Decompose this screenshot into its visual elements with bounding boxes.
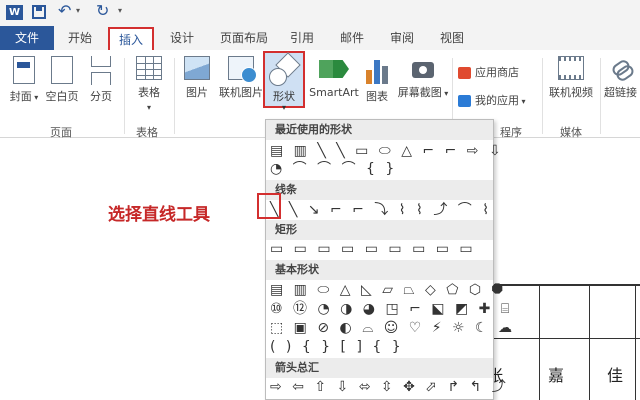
chart-icon xyxy=(364,56,390,84)
hyperlink-icon xyxy=(608,56,634,80)
ribbon-tabs: 文件 开始 插入 设计 页面布局 引用 邮件 审阅 视图 xyxy=(0,26,640,50)
arrows-row[interactable]: ⇨ ⇦ ⇧ ⇩ ⬄ ⇳ ✥ ⬀ ↱ ↰ ⤴ xyxy=(270,378,509,396)
table-label: 表格 xyxy=(138,86,160,99)
app-store-label: 应用商店 xyxy=(475,66,519,79)
recent-shapes-row[interactable]: ◔ ⌒ ⌒ ⌒ { } xyxy=(270,160,397,178)
tab-review[interactable]: 审阅 xyxy=(384,27,420,50)
undo-icon[interactable]: ↶ xyxy=(58,1,71,20)
chevron-down-icon: ▾ xyxy=(281,103,286,112)
app-store-button[interactable]: 应用商店 xyxy=(458,64,519,80)
table-rule xyxy=(479,338,640,339)
table-rule xyxy=(635,286,636,400)
store-icon xyxy=(458,67,471,79)
chart-label: 图表 xyxy=(366,90,388,103)
my-apps-button[interactable]: 我的应用 ▾ xyxy=(458,92,526,108)
shapes-gallery-dropdown: 最近使用的形状 ▤ ▥ ╲ ╲ ▭ ⬭ △ ⌐ ⌐ ⇨ ⇩ ◔ ⌒ ⌒ ⌒ { … xyxy=(265,119,512,400)
hyperlink-label: 超链接 xyxy=(604,86,637,99)
basic-shapes-row[interactable]: ( ) { } [ ] { } xyxy=(270,338,404,356)
shapes-label: 形状 xyxy=(273,90,295,103)
table-button[interactable]: 表格 ▾ xyxy=(130,56,168,113)
picture-icon xyxy=(184,56,210,80)
basic-shapes-row[interactable]: ⬚ ▣ ⊘ ◐ ⌓ ☺ ♡ ⚡ ☼ ☾ ☁ xyxy=(270,319,515,337)
lines-header: 线条 xyxy=(266,180,493,200)
blank-page-icon xyxy=(51,56,73,84)
online-video-label: 联机视频 xyxy=(549,86,593,99)
table-cell-text: 嘉 xyxy=(548,366,565,385)
tab-home[interactable]: 开始 xyxy=(62,27,98,50)
smartart-button[interactable]: SmartArt xyxy=(305,56,363,99)
group-separator xyxy=(542,58,543,134)
table-cell-text: 佳 xyxy=(607,366,624,385)
picture-button[interactable]: 图片 xyxy=(180,56,214,100)
my-apps-icon xyxy=(458,95,471,107)
annotation-text: 选择直线工具 xyxy=(108,205,210,225)
group-separator xyxy=(174,58,175,134)
table-rule xyxy=(589,286,590,400)
cover-button[interactable]: 封面 ▾ xyxy=(6,56,42,104)
online-picture-icon xyxy=(228,56,257,83)
camera-icon xyxy=(410,56,436,80)
basic-shapes-row[interactable]: ▤ ▥ ⬭ △ ◺ ▱ ⏢ ◇ ⬠ ⬡ ⯃ xyxy=(270,281,506,299)
group-separator xyxy=(600,58,601,134)
arrows-header: 箭头总汇 xyxy=(266,358,493,378)
lines-row[interactable]: ╲ ╲ ↘ ⌐ ⌐ ⤵ ⌇ ⌇ ⤴ ⌒ ⌇ xyxy=(270,201,492,219)
quick-access-toolbar: W ↶ ▾ ↻ ▾ xyxy=(0,0,640,26)
tab-design[interactable]: 设计 xyxy=(164,27,200,50)
hyperlink-button[interactable]: 超链接 xyxy=(604,56,640,100)
tab-file[interactable]: 文件 xyxy=(0,26,54,50)
page-break-label: 分页 xyxy=(90,90,112,103)
tab-view[interactable]: 视图 xyxy=(434,27,470,50)
blank-page-button[interactable]: 空白页 xyxy=(42,56,82,104)
cover-label: 封面 xyxy=(9,90,32,103)
redo-icon[interactable]: ↻ xyxy=(96,1,109,20)
online-video-button[interactable]: 联机视频 xyxy=(546,56,596,100)
screenshot-button[interactable]: 屏幕截图 ▾ xyxy=(396,56,450,100)
picture-label: 图片 xyxy=(186,86,208,99)
undo-dropdown-icon[interactable]: ▾ xyxy=(76,6,80,15)
blank-page-label: 空白页 xyxy=(45,90,79,103)
cover-page-icon xyxy=(13,56,35,84)
customize-qat-icon[interactable]: ▾ xyxy=(118,6,122,15)
rectangles-header: 矩形 xyxy=(266,220,493,240)
shapes-button[interactable]: 形状 ▾ xyxy=(263,51,305,112)
basic-shapes-row[interactable]: ⑩ ⑫ ◔ ◑ ◕ ◳ ⌐ ⬕ ◩ ✚ ⌸ xyxy=(270,300,512,318)
chart-button[interactable]: 图表 xyxy=(362,56,392,104)
tab-references[interactable]: 引用 xyxy=(284,27,320,50)
word-app-icon: W xyxy=(6,5,23,20)
smartart-label: SmartArt xyxy=(309,86,359,99)
recent-shapes-header: 最近使用的形状 xyxy=(266,120,493,140)
smartart-icon xyxy=(317,56,351,82)
page-break-button[interactable]: 分页 xyxy=(84,56,118,104)
my-apps-label: 我的应用 xyxy=(475,94,519,107)
table-icon xyxy=(136,56,162,80)
online-picture-label: 联机图片 xyxy=(219,86,263,99)
tab-layout[interactable]: 页面布局 xyxy=(212,27,276,50)
basic-shapes-header: 基本形状 xyxy=(266,260,493,280)
rectangles-row[interactable]: ▭ ▭ ▭ ▭ ▭ ▭ ▭ ▭ ▭ xyxy=(270,240,476,258)
online-picture-button[interactable]: 联机图片 xyxy=(216,56,266,100)
save-icon[interactable] xyxy=(32,5,46,19)
table-rule xyxy=(539,286,540,400)
tab-insert[interactable]: 插入 xyxy=(108,27,154,50)
tab-mailings[interactable]: 邮件 xyxy=(334,27,370,50)
page-break-icon xyxy=(88,56,114,85)
group-separator xyxy=(124,58,125,134)
line-tool-highlight[interactable] xyxy=(257,193,281,219)
screenshot-label: 屏幕截图 xyxy=(397,86,442,99)
shapes-icon xyxy=(269,56,299,86)
recent-shapes-row[interactable]: ▤ ▥ ╲ ╲ ▭ ⬭ △ ⌐ ⌐ ⇨ ⇩ xyxy=(270,142,504,160)
video-icon xyxy=(558,56,584,80)
